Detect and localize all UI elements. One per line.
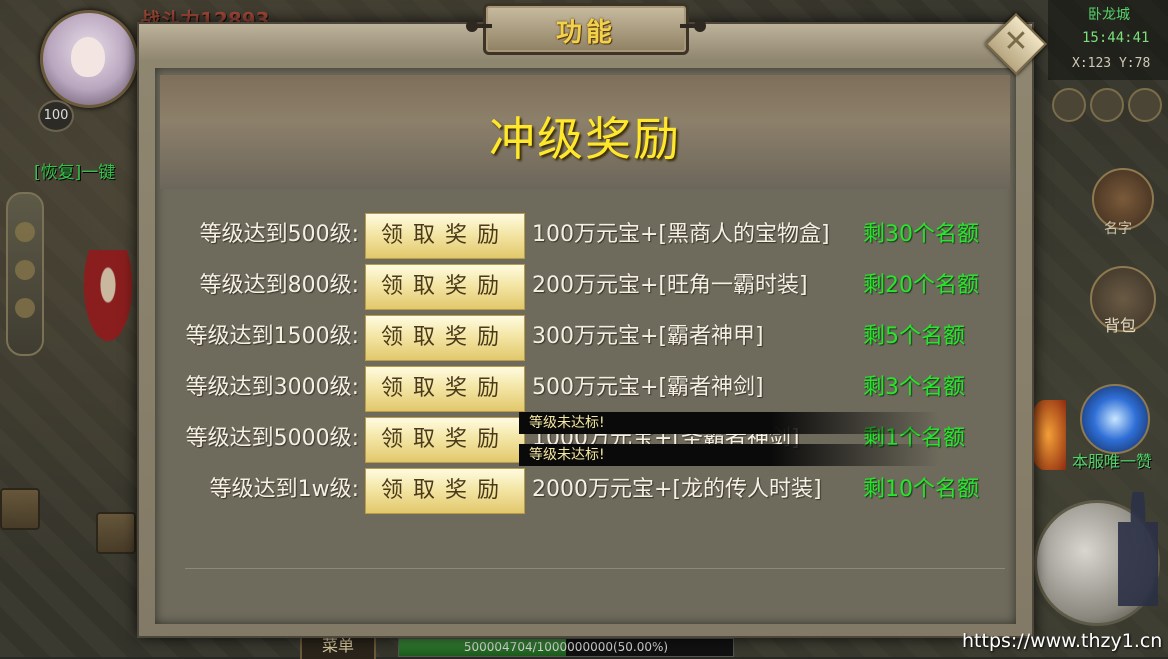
player-level-badge: 100	[38, 100, 74, 132]
mail-icon[interactable]	[1090, 88, 1124, 122]
quota-text: 剩10个名额	[863, 477, 979, 502]
bag-button-label: 背包	[1104, 316, 1137, 335]
quota-text: 剩20个名额	[863, 273, 979, 298]
close-icon[interactable]: ✕	[994, 22, 1038, 62]
claim-button[interactable]: 领取奖励	[365, 468, 525, 514]
dialog-title: 功能	[555, 18, 616, 48]
trophy-icon[interactable]	[1052, 88, 1086, 122]
player-avatar[interactable]	[40, 10, 138, 108]
chest-icon[interactable]	[96, 512, 136, 554]
claim-button[interactable]: 领取奖励	[365, 417, 525, 463]
npc-character[interactable]	[80, 250, 136, 350]
banner: 冲级奖励	[160, 75, 1010, 189]
level-requirement: 等级达到500级:	[199, 222, 359, 247]
reward-row: 等级达到800级: 领取奖励 200万元宝+[旺角一霸时装] 剩20个名额	[139, 263, 1032, 310]
level-requirement: 等级达到5000级:	[185, 426, 359, 451]
reward-text: 300万元宝+[霸者神甲]	[532, 324, 764, 349]
reward-text: 2000万元宝+[龙的传人时装]	[532, 477, 822, 502]
settings-icon[interactable]	[1128, 88, 1162, 122]
reward-row: 等级达到1w级: 领取奖励 2000万元宝+[龙的传人时装] 剩10个名额	[139, 467, 1032, 514]
banner-title: 冲级奖励	[489, 112, 681, 166]
level-requirement: 等级达到1w级:	[209, 477, 359, 502]
claim-button[interactable]: 领取奖励	[365, 213, 525, 259]
level-requirement: 等级达到800级:	[199, 273, 359, 298]
reward-text: 500万元宝+[霸者神剑]	[532, 375, 764, 400]
exp-bar-text: 500004704/1000000000(50.00%)	[463, 640, 669, 654]
quota-text: 剩3个名额	[863, 375, 965, 400]
toast-message: 等级未达标!	[519, 444, 939, 466]
name-button-label: 名字	[1104, 221, 1132, 237]
level-requirement: 等级达到1500级:	[185, 324, 359, 349]
stud-icon	[694, 20, 706, 32]
tree-icon[interactable]	[15, 298, 35, 318]
scroll-icon[interactable]	[15, 222, 35, 242]
claim-button[interactable]: 领取奖励	[365, 264, 525, 310]
reward-row: 等级达到3000级: 领取奖励 500万元宝+[霸者神剑] 剩3个名额	[139, 365, 1032, 412]
claim-button[interactable]: 领取奖励	[365, 315, 525, 361]
divider	[185, 568, 1005, 569]
player-character	[1118, 492, 1158, 612]
reward-row: 等级达到1500级: 领取奖励 300万元宝+[霸者神甲] 剩5个名额	[139, 314, 1032, 361]
city-name: 卧龙城	[1088, 7, 1130, 23]
fire-skill-icon[interactable]	[1030, 400, 1066, 470]
restore-link[interactable]: [恢复]一键	[34, 158, 115, 183]
reward-row: 等级达到500级: 领取奖励 100万元宝+[黑商人的宝物盒] 剩30个名额	[139, 212, 1032, 259]
map-coordinates: X:123 Y:78	[1072, 56, 1151, 71]
chest-icon[interactable]	[0, 488, 40, 530]
quota-text: 剩5个名额	[863, 324, 965, 349]
reward-text: 200万元宝+[旺角一霸时装]	[532, 273, 808, 298]
lightning-skill-icon[interactable]	[1080, 384, 1150, 454]
game-clock: 15:44:41	[1082, 30, 1150, 46]
claim-button[interactable]: 领取奖励	[365, 366, 525, 412]
exp-bar: 500004704/1000000000(50.00%)	[398, 638, 734, 657]
quota-text: 剩30个名额	[863, 222, 979, 247]
watermark: https://www.thzy1.cn	[962, 630, 1163, 652]
dialog-title-plate: 功能	[466, 3, 706, 55]
reward-text: 100万元宝+[黑商人的宝物盒]	[532, 222, 830, 247]
level-requirement: 等级达到3000级:	[185, 375, 359, 400]
server-text: 本服唯一赞	[1072, 452, 1153, 471]
refresh-icon[interactable]	[15, 260, 35, 280]
toast-message: 等级未达标!	[519, 412, 939, 434]
left-toolbar	[6, 192, 44, 356]
function-dialog: 冲级奖励 等级达到500级: 领取奖励 100万元宝+[黑商人的宝物盒] 剩30…	[137, 22, 1034, 638]
